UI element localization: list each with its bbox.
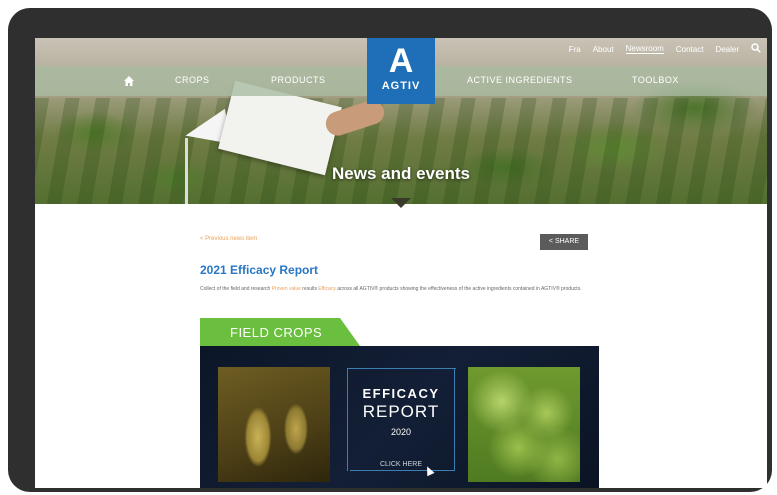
crop-leaves-image <box>468 367 580 482</box>
browser-screen: Fra About Newsroom Contact Dealer CROPS … <box>35 38 767 488</box>
report-year: 2020 <box>390 427 412 437</box>
nav-crops[interactable]: CROPS <box>175 75 210 85</box>
article-title: 2021 Efficacy Report <box>200 263 319 277</box>
breadcrumb[interactable]: < Previous news item <box>200 236 257 242</box>
article-intro: Collect of the field and research Proven… <box>200 284 590 294</box>
agtiv-logo[interactable]: A AGTIV <box>367 38 435 104</box>
click-here-link[interactable]: CLICK HERE <box>347 461 455 468</box>
utility-link-fra[interactable]: Fra <box>569 45 581 54</box>
home-icon[interactable] <box>123 74 135 86</box>
utility-link-dealer[interactable]: Dealer <box>715 45 739 54</box>
utility-nav: Fra About Newsroom Contact Dealer <box>569 38 767 60</box>
search-icon[interactable] <box>751 42 761 56</box>
utility-link-newsroom[interactable]: Newsroom <box>625 44 664 54</box>
nav-active-ingredients[interactable]: ACTIVE INGREDIENTS <box>467 75 573 85</box>
hero-title: News and events <box>332 164 470 183</box>
nav-toolbox[interactable]: TOOLBOX <box>632 75 679 85</box>
field-texture <box>35 98 767 204</box>
logo-wordmark: AGTIV <box>381 80 421 92</box>
intro-text-2: results <box>302 286 318 292</box>
soybean-pods-image <box>218 367 330 482</box>
intro-link-1[interactable]: Proven value <box>272 286 301 292</box>
logo-mark: A <box>388 42 414 80</box>
efficacy-report-banner[interactable]: EFFICACY REPORT 2020 CLICK HERE <box>200 346 599 488</box>
intro-text-1: Collect of the field and research <box>200 286 271 292</box>
hero-banner: Fra About Newsroom Contact Dealer CROPS … <box>35 38 767 204</box>
field-crops-label: FIELD CROPS <box>230 325 323 340</box>
intro-link-2[interactable]: Efficacy <box>318 286 335 292</box>
nav-products[interactable]: PRODUCTS <box>271 75 326 85</box>
hero-notch <box>391 198 411 208</box>
intro-text-3: across all AGTIV® products showing the e… <box>337 286 582 292</box>
utility-link-contact[interactable]: Contact <box>676 45 704 54</box>
share-button[interactable]: < SHARE <box>540 234 588 250</box>
report-heading: REPORT <box>362 402 440 421</box>
efficacy-heading: EFFICACY <box>362 386 440 401</box>
utility-link-about[interactable]: About <box>593 45 614 54</box>
field-crops-tab: FIELD CROPS <box>200 318 360 346</box>
